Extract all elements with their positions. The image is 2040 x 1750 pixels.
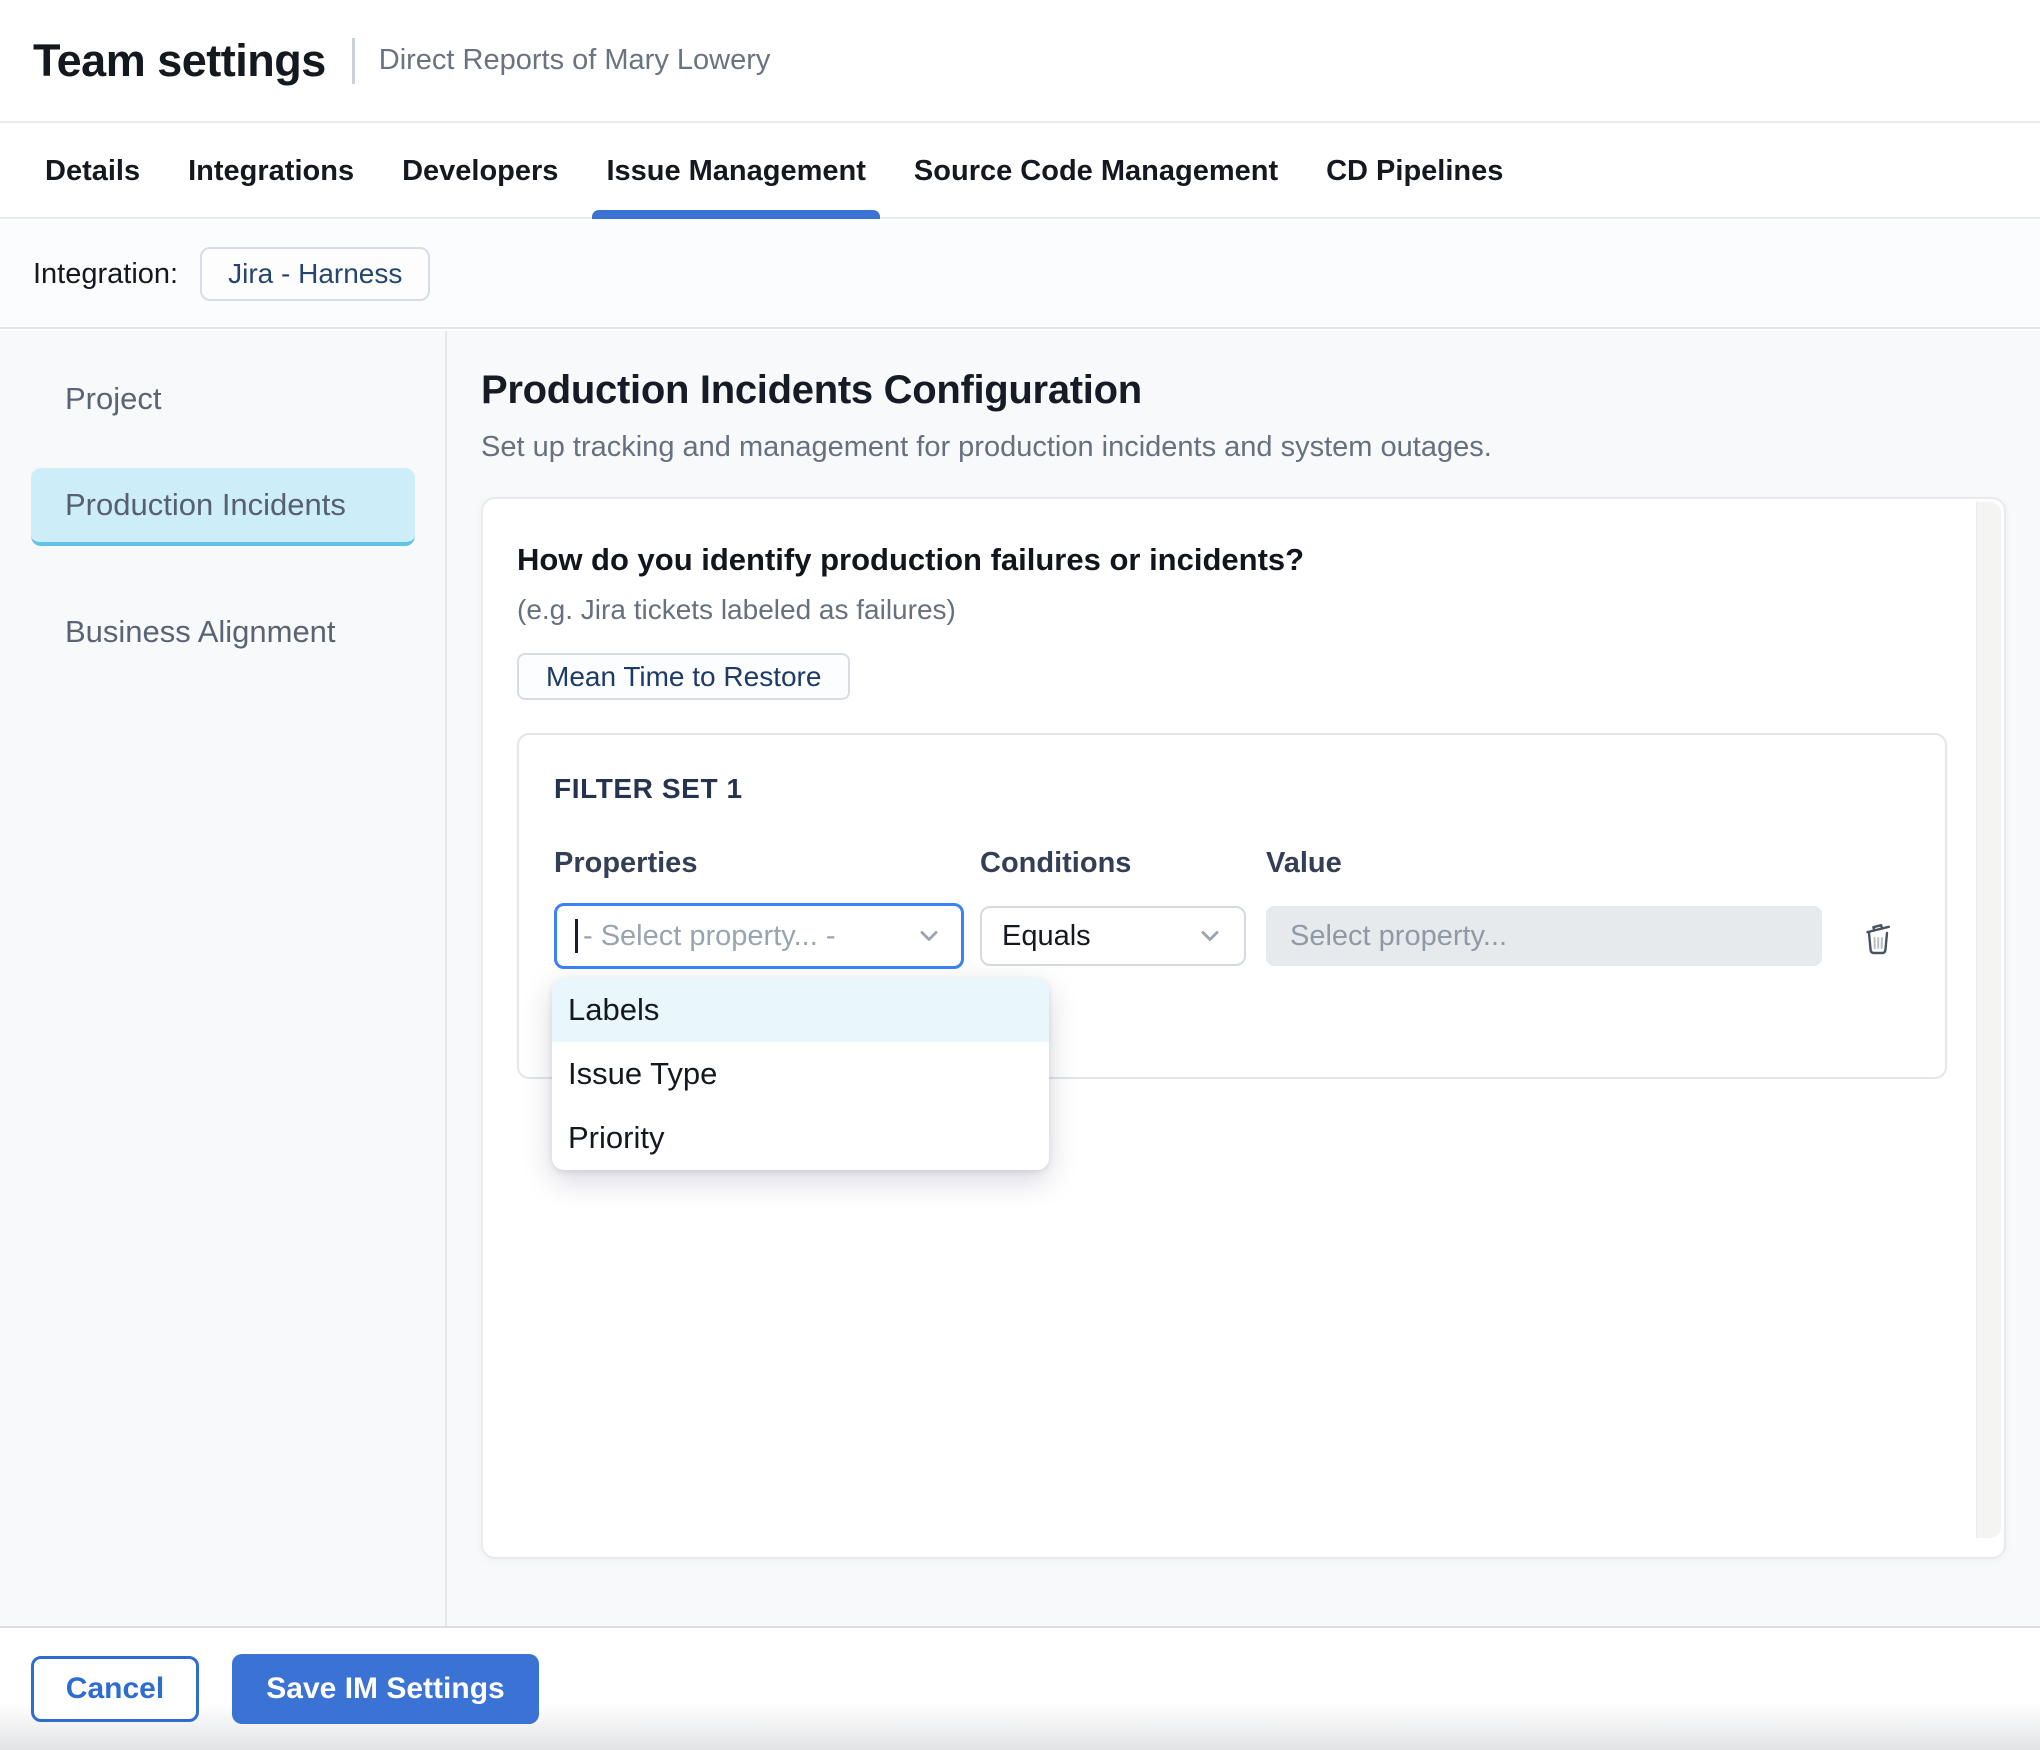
tab-integrations[interactable]: Integrations — [188, 125, 354, 217]
value-column-label: Value — [1266, 847, 1342, 880]
team-settings-page: Team settings Direct Reports of Mary Low… — [0, 0, 2040, 1750]
conditions-column-label: Conditions — [980, 847, 1131, 880]
card-scrollbar-track[interactable] — [1976, 502, 2001, 1538]
section-subheading: Set up tracking and management for produ… — [481, 431, 1492, 464]
option-issue-type[interactable]: Issue Type — [552, 1042, 1049, 1106]
question-hint: (e.g. Jira tickets labeled as failures) — [517, 594, 956, 626]
sidebar-item-business-alignment[interactable]: Business Alignment — [31, 593, 415, 671]
integration-chip[interactable]: Jira - Harness — [200, 247, 430, 301]
settings-sidebar: Project Production Incidents Business Al… — [0, 331, 447, 1626]
page-title: Team settings — [33, 35, 326, 87]
property-options-menu: Labels Issue Type Priority — [552, 978, 1049, 1170]
footer-action-bar: Cancel Save IM Settings — [0, 1626, 2040, 1750]
option-labels[interactable]: Labels — [552, 978, 1049, 1042]
page-subtitle: Direct Reports of Mary Lowery — [379, 44, 771, 77]
sidebar-item-project[interactable]: Project — [31, 360, 415, 438]
question-label: How do you identify production failures … — [517, 542, 1304, 578]
incidents-config-card: How do you identify production failures … — [481, 497, 2006, 1559]
value-input[interactable] — [1266, 906, 1822, 966]
filter-set-title: FILTER SET 1 — [554, 773, 743, 805]
tab-developers[interactable]: Developers — [402, 125, 558, 217]
tab-issue-management[interactable]: Issue Management — [606, 125, 865, 217]
page-header: Team settings Direct Reports of Mary Low… — [0, 0, 2040, 123]
condition-select[interactable]: Equals — [980, 906, 1246, 966]
trash-icon — [1858, 917, 1898, 957]
property-select[interactable]: - Select property... - — [554, 903, 964, 969]
cancel-button[interactable]: Cancel — [31, 1656, 199, 1722]
integration-row: Integration: Jira - Harness — [0, 221, 2040, 329]
integration-label: Integration: — [33, 258, 178, 291]
condition-select-value: Equals — [1002, 920, 1196, 953]
save-im-settings-button[interactable]: Save IM Settings — [232, 1654, 539, 1724]
main-panel: Production Incidents Configuration Set u… — [481, 331, 2040, 1626]
tab-source-code-management[interactable]: Source Code Management — [914, 125, 1278, 217]
mean-time-to-restore-tab[interactable]: Mean Time to Restore — [517, 653, 850, 700]
tab-cd-pipelines[interactable]: CD Pipelines — [1326, 125, 1503, 217]
delete-filter-button[interactable] — [1855, 915, 1901, 961]
chevron-down-icon — [1196, 922, 1224, 950]
property-select-placeholder: - Select property... - — [583, 920, 915, 953]
properties-column-label: Properties — [554, 847, 697, 880]
text-cursor — [575, 919, 578, 953]
option-priority[interactable]: Priority — [552, 1106, 1049, 1170]
sidebar-item-production-incidents[interactable]: Production Incidents — [31, 468, 415, 546]
section-heading: Production Incidents Configuration — [481, 368, 1142, 413]
tab-bar: Details Integrations Developers Issue Ma… — [0, 125, 2040, 219]
content-area: Project Production Incidents Business Al… — [0, 331, 2040, 1626]
tab-details[interactable]: Details — [45, 125, 140, 217]
chevron-down-icon — [915, 922, 943, 950]
title-divider — [352, 38, 355, 84]
